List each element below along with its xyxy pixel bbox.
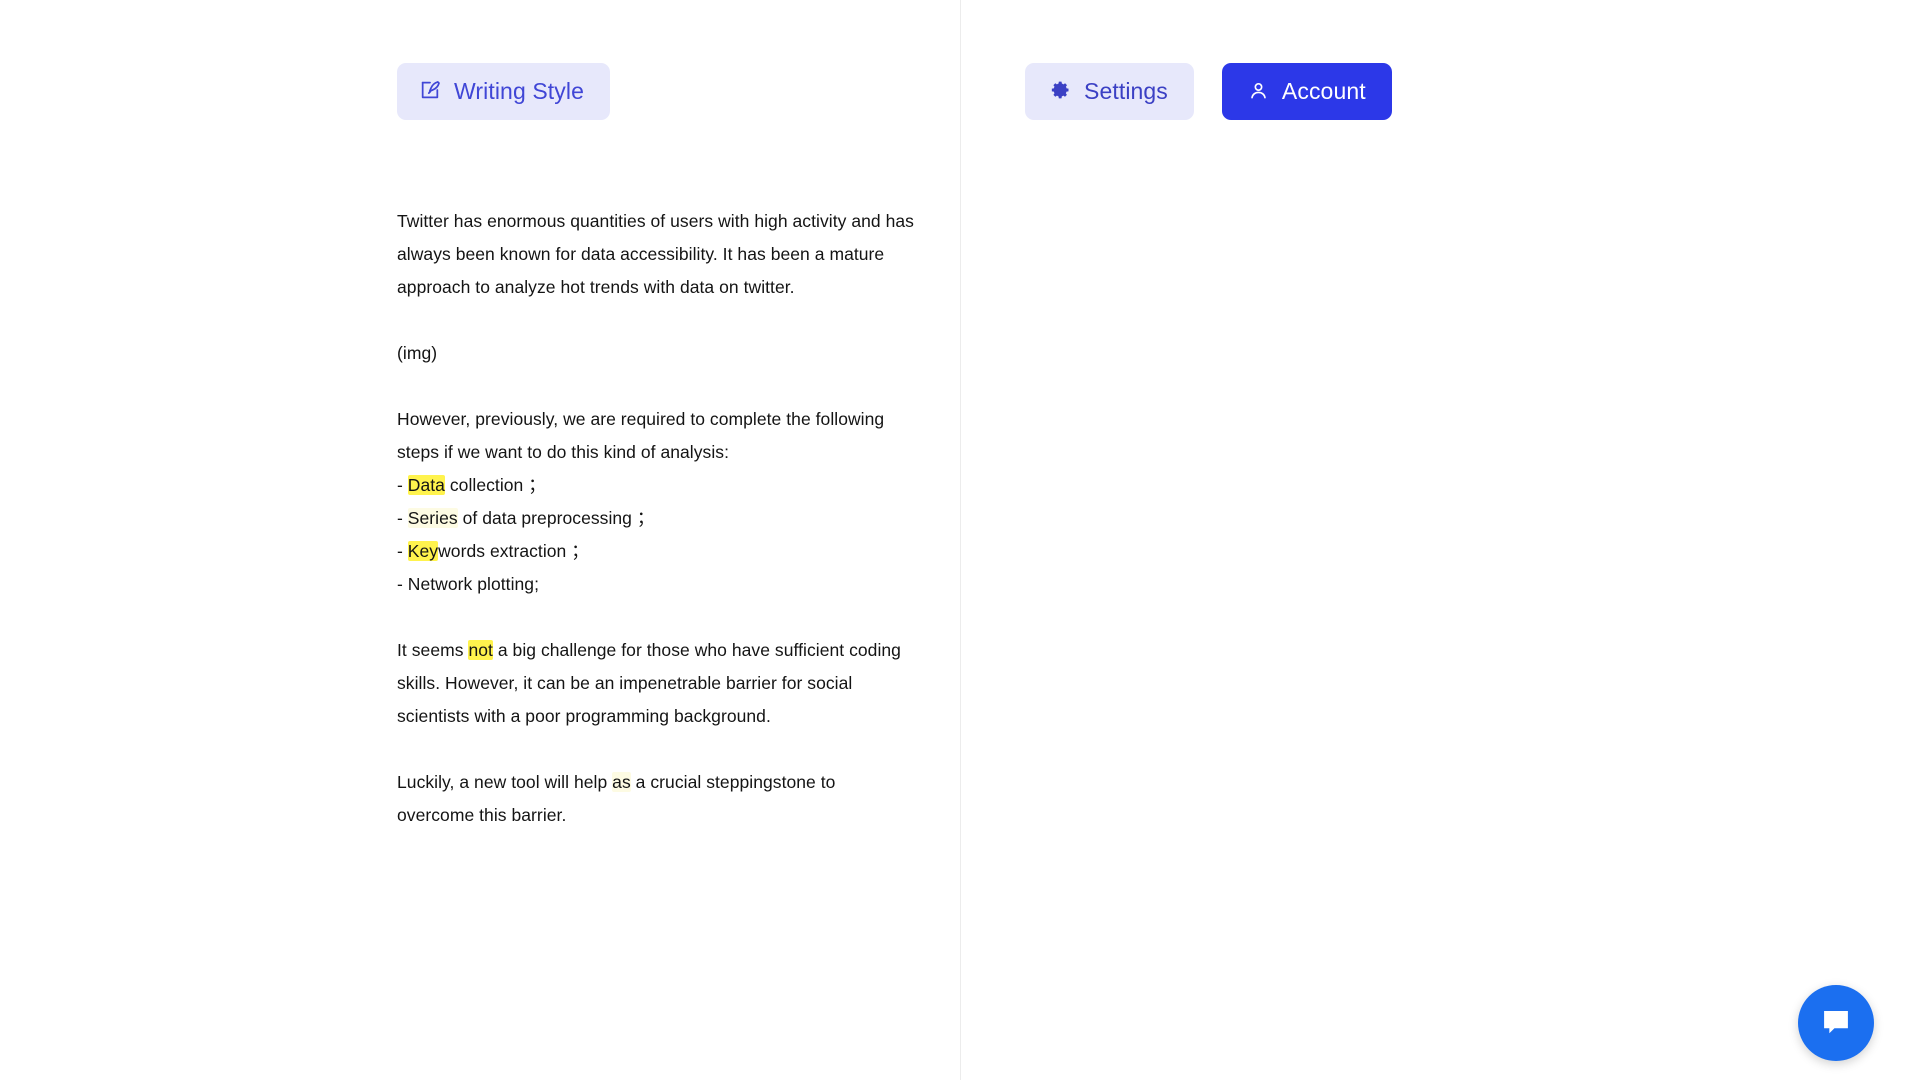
list-rest: words extraction ； [438, 541, 589, 561]
doc-spacer [397, 733, 917, 766]
doc-list-item: - Keywords extraction ； [397, 535, 917, 568]
highlight-not[interactable]: not [468, 640, 493, 660]
sidebar-actions: Settings Account [1025, 63, 1392, 120]
doc-spacer [397, 370, 917, 403]
doc-paragraph-1: Twitter has enormous quantities of users… [397, 211, 914, 297]
doc-spacer [397, 601, 917, 634]
sidebar-pane: Settings Account No corrections found [961, 0, 1920, 1080]
chat-support-button[interactable] [1798, 985, 1874, 1061]
highlight-key[interactable]: Key [407, 541, 439, 561]
list-prefix: - [397, 475, 408, 495]
highlight-as[interactable]: as [612, 772, 631, 792]
user-icon [1248, 80, 1269, 104]
doc-paragraph-2-intro: However, previously, we are required to … [397, 409, 885, 462]
writing-style-button[interactable]: Writing Style [397, 63, 610, 120]
list-rest: Network plotting; [407, 574, 539, 594]
account-button-label: Account [1281, 78, 1366, 104]
list-prefix: - [397, 508, 408, 528]
highlight-data[interactable]: Data [407, 475, 445, 495]
gear-icon [1051, 80, 1071, 103]
settings-button-label: Settings [1084, 78, 1168, 104]
app-root: Writing Style Twitter has enormous quant… [0, 0, 1920, 1080]
chat-bubble-icon [1819, 1005, 1853, 1042]
doc-list-item: - Network plotting; [397, 568, 917, 601]
doc-list-item: - Data collection ； [397, 469, 917, 502]
list-rest: of data preprocessing ； [457, 508, 655, 528]
list-rest: collection ； [444, 475, 546, 495]
account-button[interactable]: Account [1221, 63, 1392, 120]
doc-spacer [397, 304, 917, 337]
doc-paragraph-3: It seems not a big challenge for those w… [397, 634, 917, 733]
settings-button[interactable]: Settings [1025, 63, 1194, 120]
list-prefix: - [397, 541, 408, 561]
document-body[interactable]: Twitter has enormous quantities of users… [397, 205, 917, 832]
editor-pane: Writing Style Twitter has enormous quant… [0, 0, 960, 1080]
doc-list-item: - Series of data preprocessing ； [397, 502, 917, 535]
doc-image-placeholder: (img) [397, 343, 438, 363]
writing-style-button-label: Writing Style [454, 78, 584, 104]
doc-paragraph-4: Luckily, a new tool will help as a cruci… [397, 766, 917, 832]
para4-a: Luckily, a new tool will help [397, 772, 613, 792]
highlight-series[interactable]: Series [407, 508, 458, 528]
quill-edit-icon [419, 79, 441, 104]
list-prefix: - [397, 574, 408, 594]
para3-a: It seems [397, 640, 469, 660]
